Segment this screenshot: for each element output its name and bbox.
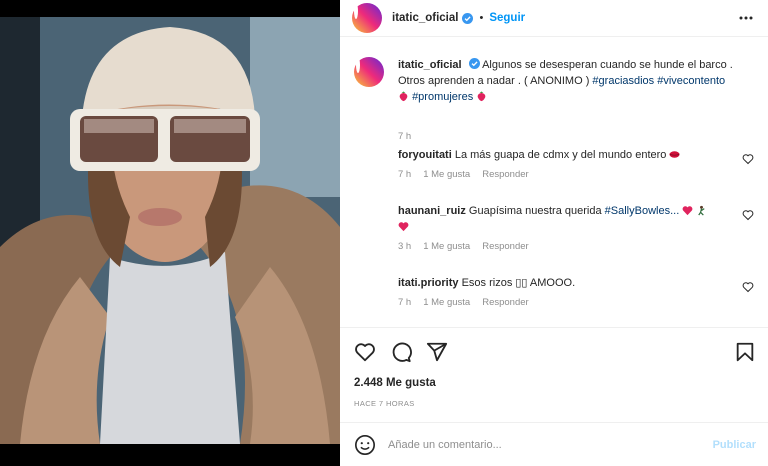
comment-composer: Publicar [340, 422, 768, 466]
action-bar [354, 341, 448, 363]
likes-count[interactable]: 2.448 Me gusta [354, 377, 436, 389]
hashtag-link[interactable]: #SallyBowles... [605, 205, 680, 217]
heart-icon[interactable] [354, 341, 376, 363]
hashtag-link[interactable]: #vivecontento [657, 75, 725, 87]
comment-time[interactable]: 7 h [398, 169, 411, 180]
comment-time[interactable]: 7 h [398, 297, 411, 308]
dancer-emoji-icon [698, 205, 705, 216]
post-photo-illustration [0, 17, 340, 444]
comment-likes[interactable]: 1 Me gusta [423, 169, 470, 180]
comment-meta: 7 h 1 Me gusta Responder [398, 297, 529, 308]
strawberry-emoji-icon [477, 91, 486, 102]
commenter-avatar[interactable] [354, 273, 380, 299]
post-details-pane: itatic_oficial • Seguir itatic_oficial A… [340, 0, 768, 466]
hashtag-link[interactable]: #promujeres [412, 91, 473, 103]
caption-row: itatic_oficial Algunos se desesperan cua… [354, 57, 754, 147]
comment-body: Esos rizos ▯▯ AMOOO. [461, 277, 576, 289]
commenter-avatar[interactable] [354, 201, 380, 227]
follow-button[interactable]: Seguir [489, 12, 525, 24]
separator-dot: • [479, 12, 484, 24]
red-heart-emoji-icon [398, 222, 409, 232]
comment-row: haunani_ruiz Guapísima nuestra querida #… [354, 201, 754, 257]
share-icon[interactable] [426, 341, 448, 363]
publish-button[interactable]: Publicar [713, 439, 756, 451]
comment-meta: 7 h 1 Me gusta Responder [398, 169, 529, 180]
post-actions-section: 2.448 Me gusta HACE 7 HORAS [340, 327, 768, 422]
comment-text: haunani_ruiz Guapísima nuestra querida #… [398, 203, 738, 235]
caption-meta: 7 h [398, 131, 411, 142]
commenter-username[interactable]: foryouitati [398, 149, 452, 161]
comment-text: itati.priority Esos rizos ▯▯ AMOOO. [398, 275, 738, 291]
comments-list[interactable]: itatic_oficial Algunos se desesperan cua… [340, 37, 768, 327]
caption-author-username[interactable]: itatic_oficial [398, 59, 462, 71]
smile-icon[interactable] [354, 434, 376, 456]
comment-body: Guapísima nuestra querida [468, 205, 602, 217]
comment-likes[interactable]: 1 Me gusta [423, 241, 470, 252]
reply-button[interactable]: Responder [482, 297, 528, 308]
red-heart-emoji-icon [682, 206, 693, 216]
comment-likes[interactable]: 1 Me gusta [423, 297, 470, 308]
bookmark-icon[interactable] [734, 341, 756, 363]
reply-button[interactable]: Responder [482, 241, 528, 252]
author-avatar[interactable] [352, 3, 382, 33]
comment-meta: 3 h 1 Me gusta Responder [398, 241, 529, 252]
instagram-post-modal: itatic_oficial • Seguir itatic_oficial A… [0, 0, 768, 466]
strawberry-emoji-icon [399, 91, 408, 102]
caption-time[interactable]: 7 h [398, 131, 411, 142]
hashtag-link[interactable]: #graciasdios [592, 75, 654, 87]
comment-like-heart-icon[interactable] [742, 153, 754, 165]
more-icon[interactable] [738, 10, 754, 26]
post-timestamp[interactable]: HACE 7 HORAS [354, 399, 415, 408]
photo-pane [0, 0, 340, 466]
comment-icon[interactable] [390, 341, 412, 363]
comment-input[interactable] [388, 438, 688, 451]
post-header: itatic_oficial • Seguir [340, 0, 768, 37]
verified-badge-icon [462, 12, 474, 24]
post-photo[interactable] [0, 17, 340, 444]
comment-time[interactable]: 3 h [398, 241, 411, 252]
author-username[interactable]: itatic_oficial [392, 12, 458, 24]
comment-like-heart-icon[interactable] [742, 209, 754, 221]
commenter-avatar[interactable] [354, 145, 380, 171]
reply-button[interactable]: Responder [482, 169, 528, 180]
verified-badge-icon [468, 58, 480, 69]
commenter-username[interactable]: haunani_ruiz [398, 205, 466, 217]
comment-row: foryouitati La más guapa de cdmx y del m… [354, 145, 754, 185]
comment-body: La más guapa de cdmx y del mundo entero [454, 149, 667, 161]
comment-row: itati.priority Esos rizos ▯▯ AMOOO. 7 h … [354, 273, 754, 313]
comment-text: foryouitati La más guapa de cdmx y del m… [398, 147, 738, 163]
commenter-username[interactable]: itati.priority [398, 277, 459, 289]
caption-text: itatic_oficial Algunos se desesperan cua… [398, 57, 738, 105]
caption-author-avatar[interactable] [354, 57, 384, 87]
comment-like-heart-icon[interactable] [742, 281, 754, 293]
lips-emoji-icon [669, 151, 681, 158]
